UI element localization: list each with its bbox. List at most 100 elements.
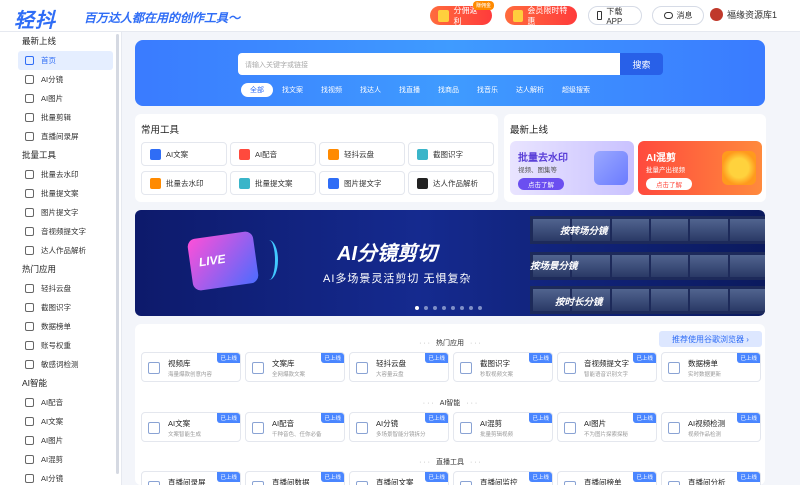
filter-product[interactable]: 找商品 — [429, 83, 468, 97]
banner-subtitle: AI多场景灵活剪切 无惧复杂 — [323, 273, 472, 285]
share-rebate-button[interactable]: 分佣返利 赚佣金 — [430, 1, 494, 26]
sidebar-item-sensitive-words[interactable]: 敏感词检测 — [0, 355, 121, 374]
tool-extract-copy[interactable]: 批量提文案 — [230, 171, 316, 195]
tool-icon — [252, 422, 264, 434]
tool-card[interactable]: AI混剪 批量剪辑视频 已上线 — [453, 412, 553, 442]
carousel-dot[interactable] — [433, 306, 437, 310]
sidebar-item-batch-edit[interactable]: 批量剪辑 — [0, 108, 121, 127]
tool-ai-copy[interactable]: AI文案 — [141, 142, 227, 166]
download-app-button[interactable]: 下载APP — [588, 6, 642, 26]
sidebar-scrollbar[interactable] — [116, 34, 119, 474]
filter-video[interactable]: 找视频 — [312, 83, 351, 97]
ai-storyboard-banner[interactable]: LIVE AI分镜剪切 AI多场景灵活剪切 无惧复杂 按转场分镜 按场景分镜 按… — [135, 210, 765, 316]
sidebar-item-ai-image-2[interactable]: AI图片 — [0, 431, 121, 450]
sidebar: 最新上线 首页 AI分镜 AI图片 批量剪辑 直播间录屏 批量工具 批量去水印 … — [0, 32, 122, 485]
sidebar-item-remove-watermark[interactable]: 批量去水印 — [0, 165, 121, 184]
tool-card[interactable]: AI文案 文案智能生成 已上线 — [141, 412, 241, 442]
tool-ocr[interactable]: 截图识字 — [408, 142, 494, 166]
tool-cloud-drive[interactable]: 轻抖云盘 — [319, 142, 405, 166]
filter-creator-parse[interactable]: 达人解析 — [507, 83, 553, 97]
carousel-dot[interactable] — [442, 306, 446, 310]
tool-card[interactable]: 直播间榜单 已上线 — [557, 471, 657, 485]
sidebar-item-ai-copy[interactable]: AI文案 — [0, 412, 121, 431]
tool-card[interactable]: AI配音 千种音色、任你必备 已上线 — [245, 412, 345, 442]
tool-card[interactable]: 数据榜单 实时数据更新 已上线 — [661, 352, 761, 382]
watermark-illustration-icon — [594, 151, 628, 185]
tool-card[interactable]: AI图片 不为图片探索探秘 已上线 — [557, 412, 657, 442]
user-menu[interactable]: 福缘资源库1 — [710, 8, 777, 21]
sidebar-item-ai-storyboard-2[interactable]: AI分镜 — [0, 469, 121, 485]
logo[interactable]: 轻抖 — [14, 4, 56, 33]
tool-card[interactable]: 轻抖云盘 大容量云盘 已上线 — [349, 352, 449, 382]
tool-title: AI混剪 — [480, 419, 503, 428]
learn-more-button[interactable]: 点击了解 — [646, 178, 692, 190]
filter-creator[interactable]: 找达人 — [351, 83, 390, 97]
tool-title: 数据榜单 — [688, 359, 718, 368]
tool-card[interactable]: 直播间监控 已上线 — [453, 471, 553, 485]
tool-card[interactable]: 直播间录屏 已上线 — [141, 471, 241, 485]
sidebar-item-rankings[interactable]: 数据榜单 — [0, 317, 121, 336]
sidebar-item-ai-storyboard[interactable]: AI分镜 — [0, 70, 121, 89]
filter-super-search[interactable]: 超级搜索 — [553, 83, 599, 97]
sidebar-item-image-text[interactable]: 图片提文字 — [0, 203, 121, 222]
sidebar-item-extract-copy[interactable]: 批量提文案 — [0, 184, 121, 203]
tool-title: 轻抖云盘 — [376, 359, 406, 368]
gift-icon — [513, 9, 524, 22]
tool-icon — [252, 362, 264, 374]
tool-title: 文案库 — [272, 359, 295, 368]
tool-card[interactable]: 直播间数据 已上线 — [245, 471, 345, 485]
sidebar-item-home[interactable]: 首页 — [18, 51, 113, 70]
filter-all[interactable]: 全部 — [241, 83, 273, 97]
sidebar-item-account-weight[interactable]: 账号权重 — [0, 336, 121, 355]
vip-offer-button[interactable]: 会员限时特惠 — [505, 6, 577, 26]
watermark-icon — [25, 170, 34, 179]
sidebar-item-ai-mix[interactable]: AI混剪 — [0, 450, 121, 469]
audio-icon — [25, 227, 34, 236]
tool-card[interactable]: 截图识字 秒取视频文案 已上线 — [453, 352, 553, 382]
category-title: 热门应用 — [135, 338, 765, 348]
sidebar-item-ocr[interactable]: 截图识字 — [0, 298, 121, 317]
messages-button[interactable]: 消息 — [652, 6, 704, 25]
tool-subtitle: 全网爆款文案 — [272, 372, 306, 378]
sidebar-item-cloud-drive[interactable]: 轻抖云盘 — [0, 279, 121, 298]
tool-remove-watermark[interactable]: 批量去水印 — [141, 171, 227, 195]
carousel-dot[interactable] — [424, 306, 428, 310]
tool-card[interactable]: 直播间文案 已上线 — [349, 471, 449, 485]
latest-card-ai-mix[interactable]: AI混剪 批量产出视频 点击了解 — [638, 141, 762, 195]
online-badge: 已上线 — [737, 472, 760, 482]
search-input[interactable]: 请输入关键字或链接 × — [238, 53, 648, 75]
carousel-dot[interactable] — [451, 306, 455, 310]
tool-icon — [148, 422, 160, 434]
search-button[interactable]: 搜索 — [620, 53, 663, 75]
filter-copy[interactable]: 找文案 — [273, 83, 312, 97]
tool-title: AI图片 — [584, 419, 607, 428]
filter-music[interactable]: 找音乐 — [468, 83, 507, 97]
tool-card[interactable]: 文案库 全网爆款文案 已上线 — [245, 352, 345, 382]
tool-card[interactable]: 音视频提文字 智能语音识别文字 已上线 — [557, 352, 657, 382]
sidebar-item-ai-voice[interactable]: AI配音 — [0, 393, 121, 412]
sidebar-item-live-record[interactable]: 直播间录屏 — [0, 127, 121, 146]
carousel-dot[interactable] — [460, 306, 464, 310]
sidebar-item-audio-text[interactable]: 音视频提文字 — [0, 222, 121, 241]
carousel-dot[interactable] — [415, 306, 419, 310]
carousel-dot[interactable] — [469, 306, 473, 310]
online-badge: 已上线 — [529, 413, 552, 423]
filter-live[interactable]: 找直播 — [390, 83, 429, 97]
online-badge: 已上线 — [737, 413, 760, 423]
sidebar-item-creator-parse[interactable]: 达人作品解析 — [0, 241, 121, 260]
tool-creator-parse[interactable]: 达人作品解析 — [408, 171, 494, 195]
tool-card[interactable]: AI分镜 多场景智能分镜拆分 已上线 — [349, 412, 449, 442]
username: 福缘资源库1 — [727, 10, 778, 20]
image-icon — [25, 436, 34, 445]
tool-card[interactable]: 直播间分析 已上线 — [661, 471, 761, 485]
carousel-dot[interactable] — [478, 306, 482, 310]
latest-card-watermark[interactable]: 批量去水印 视频、图集等 点击了解 — [510, 141, 634, 195]
tool-card[interactable]: AI视频检测 视频作品检测 已上线 — [661, 412, 761, 442]
tool-image-text[interactable]: 图片提文字 — [319, 171, 405, 195]
learn-more-button[interactable]: 点击了解 — [518, 178, 564, 190]
sidebar-item-ai-image[interactable]: AI图片 — [0, 89, 121, 108]
tool-subtitle: 实时数据更新 — [688, 372, 722, 378]
tool-subtitle: 多场景智能分镜拆分 — [376, 432, 426, 438]
tool-ai-voice[interactable]: AI配音 — [230, 142, 316, 166]
tool-card[interactable]: 视频库 海量爆款创意内容 已上线 — [141, 352, 241, 382]
